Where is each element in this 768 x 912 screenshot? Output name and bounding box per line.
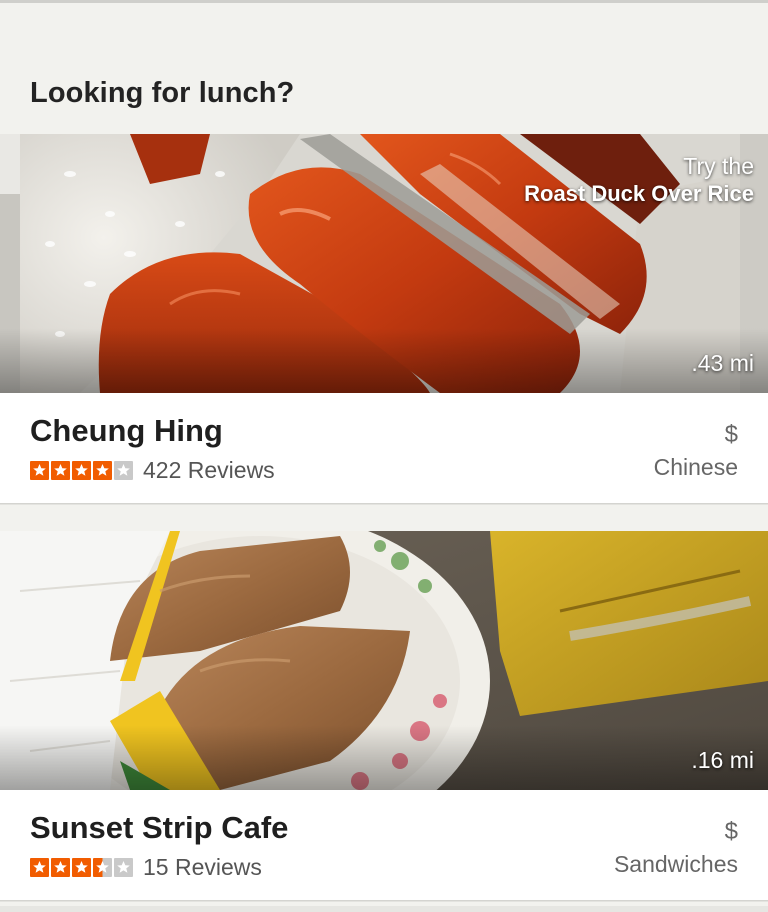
- restaurant-name[interactable]: Cheung Hing: [30, 413, 223, 449]
- star-filled-icon: [30, 460, 49, 480]
- star-filled-icon: [72, 857, 91, 877]
- category-label: Sandwiches: [613, 851, 738, 877]
- restaurant-photo[interactable]: .16 mi: [0, 531, 768, 790]
- star-filled-icon: [51, 460, 70, 480]
- category-label: Chinese: [653, 454, 738, 480]
- star-rating: [30, 460, 133, 480]
- star-rating: [30, 857, 133, 877]
- rating-row: 422 Reviews: [30, 457, 275, 483]
- sandwich-photo-icon: [0, 531, 768, 790]
- review-count: 422 Reviews: [143, 456, 275, 483]
- dish-suggestion: Try the Roast Duck Over Rice: [524, 152, 754, 208]
- star-empty-icon: [114, 460, 133, 480]
- restaurant-name[interactable]: Sunset Strip Cafe: [30, 810, 288, 846]
- star-half-icon: [93, 857, 112, 877]
- star-filled-icon: [93, 460, 112, 480]
- price-level: $: [724, 818, 738, 845]
- caption-dish: Roast Duck Over Rice: [524, 181, 754, 206]
- restaurant-photo[interactable]: Try the Roast Duck Over Rice .43 mi: [0, 134, 768, 393]
- star-filled-icon: [72, 460, 91, 480]
- section-title: Looking for lunch?: [30, 77, 295, 109]
- restaurant-info: Cheung Hing 422 Reviews $ Chinese: [0, 393, 768, 503]
- restaurant-card-cheung-hing[interactable]: Try the Roast Duck Over Rice .43 mi Cheu…: [0, 134, 768, 503]
- bottom-divider: [0, 906, 768, 912]
- price-level: $: [724, 421, 738, 448]
- restaurant-card-sunset-strip-cafe[interactable]: .16 mi Sunset Strip Cafe 15 Reviews $ Sa…: [0, 531, 768, 900]
- section-header: Looking for lunch?: [0, 3, 768, 134]
- distance-label: .16 mi: [691, 747, 754, 773]
- review-count: 15 Reviews: [143, 853, 262, 880]
- distance-label: .43 mi: [691, 350, 754, 376]
- restaurant-info: Sunset Strip Cafe 15 Reviews $ Sandwiche…: [0, 790, 768, 900]
- rating-row: 15 Reviews: [30, 854, 262, 880]
- star-empty-icon: [114, 857, 133, 877]
- star-filled-icon: [30, 857, 49, 877]
- star-filled-icon: [51, 857, 70, 877]
- caption-lead: Try the: [683, 153, 754, 179]
